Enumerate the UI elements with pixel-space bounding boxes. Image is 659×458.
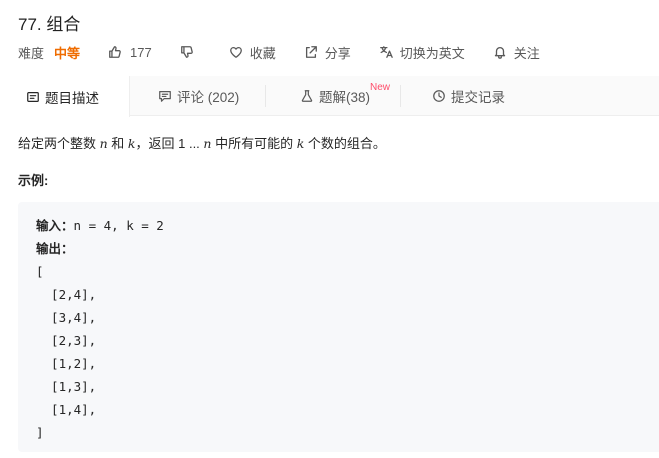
tab-comments[interactable]: 评论 (202) — [158, 76, 239, 116]
input-label: 输入： — [36, 219, 74, 233]
translate-label: 切换为英文 — [399, 45, 465, 61]
clock-icon — [433, 90, 445, 102]
thumbs-down-icon — [180, 46, 193, 58]
favorite-button[interactable]: 收藏 — [229, 43, 276, 62]
code-line: [1,3], — [36, 379, 97, 394]
example-heading: 示例: — [18, 173, 49, 188]
follow-label: 关注 — [513, 45, 540, 61]
tab-description-label: 题目描述 — [45, 90, 99, 106]
example-code: 输入：n = 4, k = 2 输出： [ [2,4], [3,4], [2,3… — [36, 214, 164, 444]
share-button[interactable]: 分享 — [304, 43, 351, 62]
difficulty-badge: 中等 — [54, 45, 81, 61]
code-line: [ — [36, 264, 44, 279]
tab-submissions[interactable]: 提交记录 — [432, 76, 505, 116]
problem-description: 给定两个整数 n 和 k，返回 1 ... n 中所有可能的 k 个数的组合。 — [18, 133, 386, 152]
code-line: [2,4], — [36, 287, 97, 302]
tab-comments-label: 评论 (202) — [177, 90, 240, 105]
variable-n: n — [99, 136, 108, 151]
like-button[interactable]: 177 — [108, 45, 152, 60]
thumbs-up-icon — [109, 46, 121, 58]
code-line-output: 输出： — [36, 237, 164, 260]
tab-divider — [265, 85, 266, 107]
description-text: 个数的组合。 — [304, 136, 386, 151]
code-line: [1,4], — [36, 402, 97, 417]
tab-solutions-label: 题解(38) — [319, 90, 371, 105]
description-text: 和 — [107, 136, 128, 151]
description-icon — [27, 91, 39, 102]
tab-submissions-label: 提交记录 — [451, 90, 505, 105]
tab-description[interactable]: 题目描述 — [0, 76, 130, 117]
heart-icon — [229, 46, 242, 58]
code-line: ] — [36, 425, 44, 440]
like-count: 177 — [130, 44, 152, 60]
problem-title: 77. 组合 — [18, 15, 81, 34]
output-label: 输出： — [36, 242, 74, 256]
favorite-label: 收藏 — [249, 45, 276, 61]
flask-icon — [301, 90, 313, 102]
dislike-button[interactable] — [180, 45, 201, 59]
bell-icon — [494, 46, 505, 59]
description-text: 中所有可能的 — [211, 136, 297, 151]
translate-icon — [379, 46, 393, 58]
variable-k: k — [127, 136, 136, 151]
code-line-input: 输入：n = 4, k = 2 — [36, 214, 164, 237]
input-value: n = 4, k = 2 — [73, 218, 164, 233]
follow-button[interactable]: 关注 — [493, 43, 540, 62]
tab-solutions[interactable]: 题解(38) New — [300, 76, 390, 116]
new-badge: New — [370, 82, 391, 93]
code-line: [3,4], — [36, 310, 97, 325]
translate-button[interactable]: 切换为英文 — [379, 43, 465, 62]
share-icon — [305, 46, 317, 58]
description-text: ，返回 1 ... — [135, 136, 204, 151]
tab-divider — [400, 85, 401, 107]
code-line: [2,3], — [36, 333, 97, 348]
difficulty-label: 难度 — [18, 45, 45, 61]
problem-meta-bar: 难度 中等 177 收藏 分享 切换为英文 关注 — [18, 42, 568, 62]
code-line: [1,2], — [36, 356, 97, 371]
example-code-block: 输入：n = 4, k = 2 输出： [ [2,4], [3,4], [2,3… — [18, 202, 659, 452]
share-label: 分享 — [324, 45, 351, 61]
description-text: 给定两个整数 — [18, 136, 100, 151]
comment-icon — [159, 91, 171, 102]
problem-tab-bar: 题目描述 评论 (202) 题解(38) New 提交记录 — [0, 76, 659, 117]
